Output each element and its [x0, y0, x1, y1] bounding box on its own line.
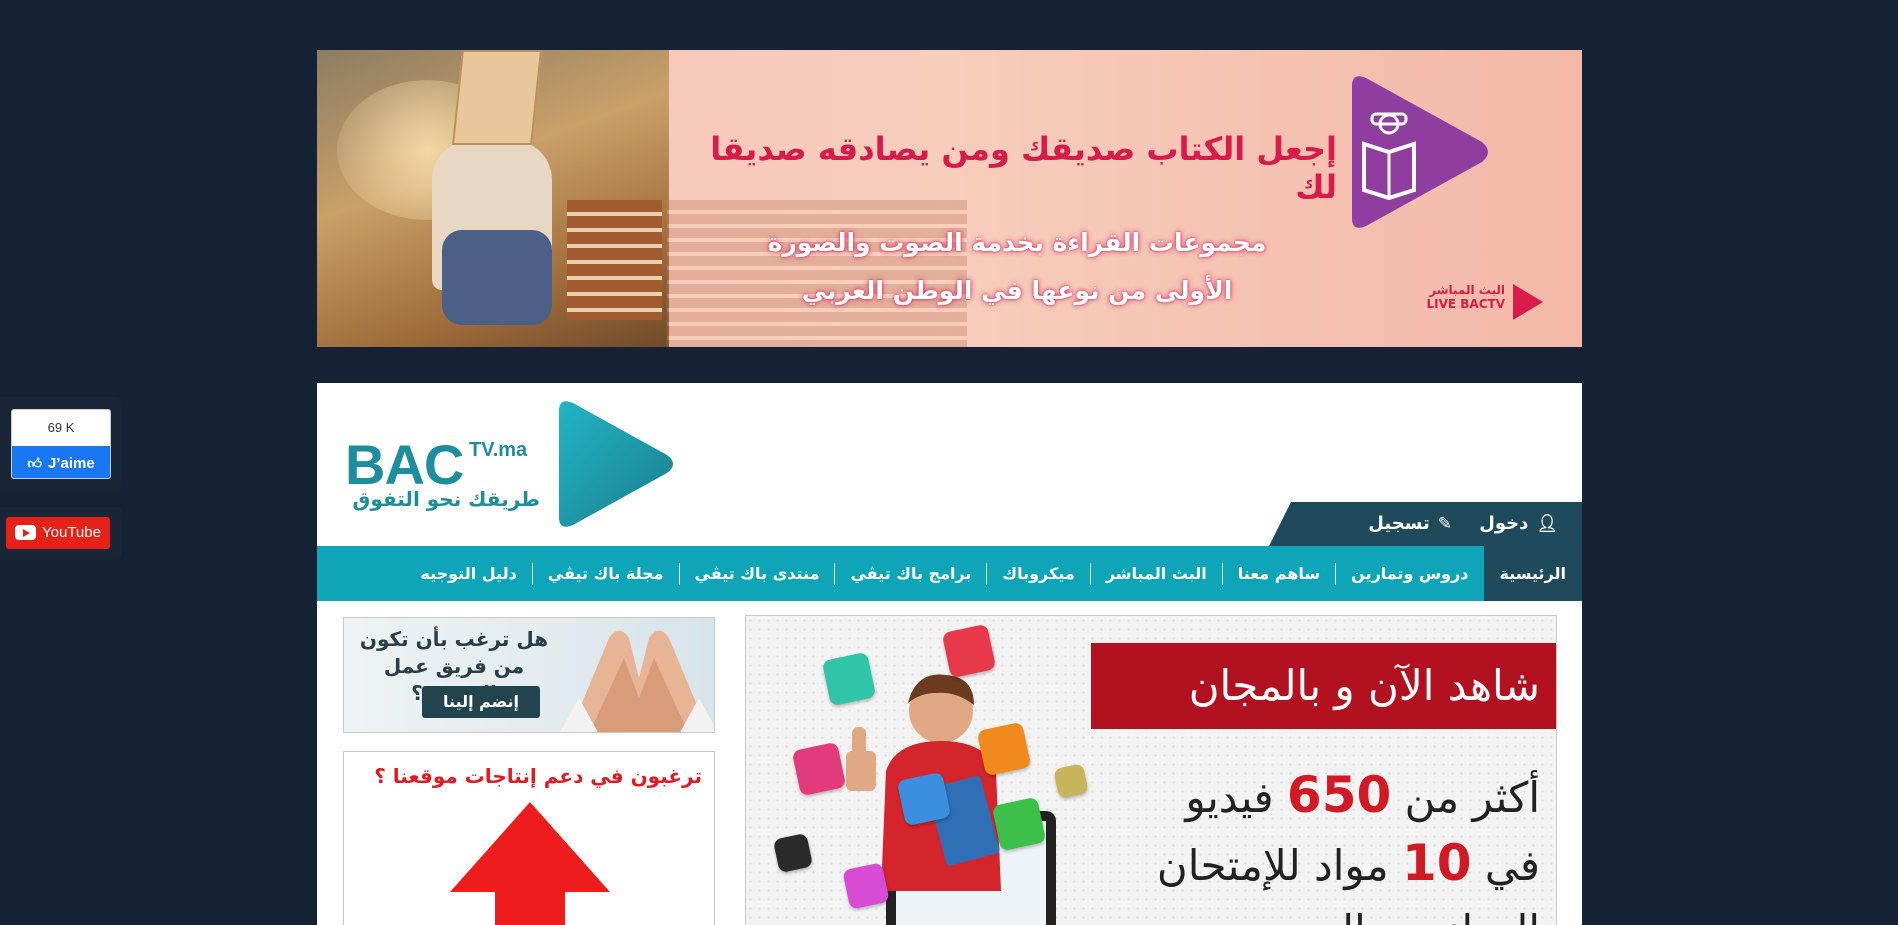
promo-line-2-prefix: في: [1484, 841, 1540, 890]
site-container: BAC TV.ma طريقك نحو التفوق ✎ تسجيل 👤︎ دخول…: [317, 383, 1582, 925]
youtube-label: YouTube: [42, 524, 101, 541]
nav-item-home[interactable]: الرئيسية: [1483, 546, 1582, 601]
support-us-ad[interactable]: ترغبون في دعم إنتاجات موقعنا ؟: [343, 751, 715, 925]
promo-ad[interactable]: شاهد الآن و بالمجان أكثر من 650 فيديو في…: [745, 615, 1557, 925]
promo-line-1-suffix: فيديو: [1185, 773, 1274, 822]
nav-item-contribute[interactable]: ساهم معنا: [1223, 546, 1335, 601]
join-team-ad[interactable]: هل ترغب بأن تكون من فريق عمل الموقع ؟ إن…: [343, 617, 715, 733]
youtube-icon: [15, 525, 36, 540]
main-nav: الرئيسية دروس وتمارين ساهم معنا البث الم…: [317, 546, 1582, 601]
app-tile: [976, 721, 1032, 777]
app-tile: [1053, 763, 1089, 799]
promo-video-count: 650: [1286, 766, 1392, 824]
live-latin: LIVE BACTV: [1426, 297, 1506, 311]
facebook-like-widget: 69 K 👍︎ J’aime: [0, 397, 122, 492]
app-tile: [842, 862, 890, 910]
app-tile: [772, 832, 814, 874]
logo-brand: BAC: [345, 433, 464, 496]
hands-together-image: [560, 630, 714, 732]
nav-item-lessons[interactable]: دروس وتمارين: [1336, 546, 1483, 601]
login-label: دخول: [1479, 513, 1529, 534]
nav-item-forum[interactable]: منتدى باك تيڤي: [680, 546, 835, 601]
promo-line-1: أكثر من 650 فيديو: [1185, 766, 1540, 824]
banner-subline-2: الأولى من نوعها في الوطن العربي: [801, 276, 1233, 305]
banner-headline: إجعل الكتاب صديقك ومن يصادقه صديقا لك: [710, 130, 1337, 206]
promo-red-banner: شاهد الآن و بالمجان: [1091, 643, 1556, 729]
login-link[interactable]: 👤︎ دخول: [1479, 502, 1558, 546]
promo-subject-count: 10: [1401, 834, 1472, 892]
promo-line-2: في 10 مواد للإمتحان: [1157, 834, 1540, 892]
nav-item-magazine[interactable]: مجلة باك تيڤي: [533, 546, 679, 601]
promo-banner-text: شاهد الآن و بالمجان: [1188, 661, 1540, 710]
faded-books: [667, 200, 967, 347]
bactv-logo[interactable]: BAC TV.ma طريقك نحو التفوق: [341, 399, 681, 534]
reader-legs: [442, 230, 552, 325]
thumbs-up-icon: 👍︎: [27, 455, 42, 471]
pencil-icon: ✎: [1437, 514, 1452, 534]
nav-item-microbac[interactable]: ميكروباك: [987, 546, 1089, 601]
nav-item-live[interactable]: البث المباشر: [1091, 546, 1222, 601]
facebook-like-box: 69 K 👍︎ J’aime: [11, 409, 111, 479]
logo-domain: TV.ma: [469, 439, 528, 461]
join-team-line-1: هل ترغب بأن تكون: [359, 627, 549, 651]
reading-girl-photo: [317, 50, 669, 347]
register-link[interactable]: ✎ تسجيل: [1368, 502, 1452, 546]
banner-subline-1: مجموعات القراءة بخدمة الصوت والصورة: [767, 228, 1267, 257]
logo-tagline: طريقك نحو التفوق: [352, 487, 540, 511]
register-label: تسجيل: [1368, 513, 1430, 534]
nav-item-guide[interactable]: دليل التوجيه: [405, 546, 531, 601]
play-reader-icon: [1352, 76, 1488, 228]
book-stack: [567, 200, 662, 320]
promo-line-3: الوطني و الجهوي: [1240, 906, 1540, 925]
facebook-like-button[interactable]: 👍︎ J’aime: [12, 446, 110, 478]
support-us-text: ترغبون في دعم إنتاجات موقعنا ؟: [374, 764, 702, 788]
promo-line-2-suffix: مواد للإمتحان: [1156, 841, 1389, 890]
growth-arrow-image: [450, 802, 610, 925]
app-tile: [941, 623, 997, 679]
youtube-widget: YouTube: [0, 507, 122, 560]
account-bar: ✎ تسجيل 👤︎ دخول: [1269, 502, 1582, 546]
facebook-like-count: 69 K: [47, 420, 75, 435]
user-icon: 👤︎: [1536, 514, 1558, 534]
live-bactv-text: البث المباشر LIVE BACTV: [1425, 283, 1506, 311]
app-tile: [821, 651, 877, 707]
top-banner-ad[interactable]: إجعل الكتاب صديقك ومن يصادقه صديقا لك مج…: [317, 50, 1582, 347]
facebook-like-label: J’aime: [47, 455, 95, 472]
play-logo-icon: [559, 401, 673, 527]
promo-line-1-prefix: أكثر من: [1404, 773, 1540, 822]
nav-item-programs[interactable]: برامج باك تيڤي: [835, 546, 986, 601]
youtube-subscribe-button[interactable]: YouTube: [6, 517, 110, 549]
app-tile: [896, 771, 952, 827]
open-book: [452, 50, 542, 145]
app-tile: [991, 796, 1047, 852]
live-arabic: البث المباشر: [1429, 283, 1505, 297]
app-tile: [791, 741, 847, 797]
join-us-button[interactable]: إنضم إلينا: [422, 686, 540, 718]
